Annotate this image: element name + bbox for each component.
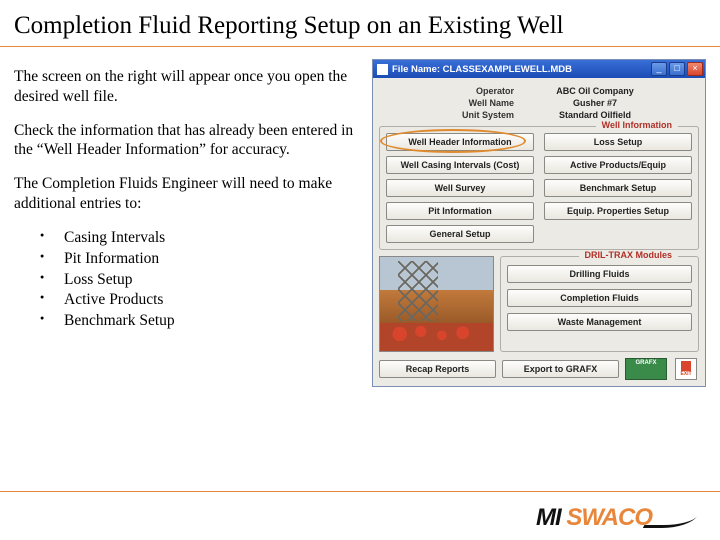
benchmark-setup-button[interactable]: Benchmark Setup [544, 179, 692, 197]
logo-part-m: M [536, 504, 555, 532]
well-information-group: Well Information Well Header Information… [379, 126, 699, 250]
drilling-fluids-button[interactable]: Drilling Fluids [507, 265, 692, 283]
maximize-button[interactable]: □ [669, 62, 685, 76]
well-survey-button[interactable]: Well Survey [386, 179, 534, 197]
casing-intervals-button[interactable]: Well Casing Intervals (Cost) [386, 156, 534, 174]
general-setup-button[interactable]: General Setup [386, 225, 534, 243]
exit-button[interactable]: EXIT [675, 358, 697, 380]
well-header-info-button[interactable]: Well Header Information [386, 133, 534, 151]
mi-swaco-logo: MI SWACO [536, 504, 696, 532]
bullet-item: Pit Information [34, 249, 364, 269]
bullet-list: Casing Intervals Pit Information Loss Se… [34, 228, 364, 331]
logo-part-i: I [555, 504, 561, 532]
paragraph-3: The Completion Fluids Engineer will need… [14, 174, 364, 214]
waste-management-button[interactable]: Waste Management [507, 313, 692, 331]
paragraph-2: Check the information that has already b… [14, 121, 364, 161]
app-window: File Name: CLASSEXAMPLEWELL.MDB _ □ × Op… [372, 59, 706, 387]
operator-value: ABC Oil Company [520, 86, 670, 96]
close-button[interactable]: × [687, 62, 703, 76]
loss-setup-button[interactable]: Loss Setup [544, 133, 692, 151]
logo-swoosh-icon [643, 508, 702, 528]
bullet-item: Benchmark Setup [34, 311, 364, 331]
unitsystem-value: Standard Oilfield [520, 110, 670, 120]
bullet-item: Casing Intervals [34, 228, 364, 248]
bullet-item: Active Products [34, 290, 364, 310]
export-grafx-button[interactable]: Export to GRAFX [502, 360, 619, 378]
operator-label: Operator [404, 86, 514, 96]
modules-group: DRIL-TRAX Modules Drilling Fluids Comple… [500, 256, 699, 352]
body-text: The screen on the right will appear once… [14, 59, 364, 387]
bullet-item: Loss Setup [34, 270, 364, 290]
footer-rule [0, 491, 720, 492]
well-summary: Operator ABC Oil Company Well Name Gushe… [404, 86, 674, 120]
wellname-value: Gusher #7 [520, 98, 670, 108]
active-products-button[interactable]: Active Products/Equip [544, 156, 692, 174]
recap-reports-button[interactable]: Recap Reports [379, 360, 496, 378]
wellname-label: Well Name [404, 98, 514, 108]
modules-legend: DRIL-TRAX Modules [579, 250, 679, 260]
grafx-badge[interactable]: GRAFX [625, 358, 667, 380]
window-titlebar: File Name: CLASSEXAMPLEWELL.MDB _ □ × [373, 60, 705, 78]
app-icon [377, 64, 388, 75]
window-title: File Name: CLASSEXAMPLEWELL.MDB [392, 64, 651, 75]
well-info-legend: Well Information [596, 120, 678, 130]
title-rule [0, 46, 720, 47]
unitsystem-label: Unit System [404, 110, 514, 120]
slide-title: Completion Fluid Reporting Setup on an E… [0, 0, 720, 46]
completion-fluids-button[interactable]: Completion Fluids [507, 289, 692, 307]
exit-icon [681, 361, 691, 371]
paragraph-1: The screen on the right will appear once… [14, 67, 364, 107]
equip-properties-button[interactable]: Equip. Properties Setup [544, 202, 692, 220]
rig-photo [379, 256, 494, 352]
logo-part-swaco: SWACO [566, 504, 652, 532]
exit-label: EXIT [680, 371, 691, 377]
minimize-button[interactable]: _ [651, 62, 667, 76]
pit-information-button[interactable]: Pit Information [386, 202, 534, 220]
